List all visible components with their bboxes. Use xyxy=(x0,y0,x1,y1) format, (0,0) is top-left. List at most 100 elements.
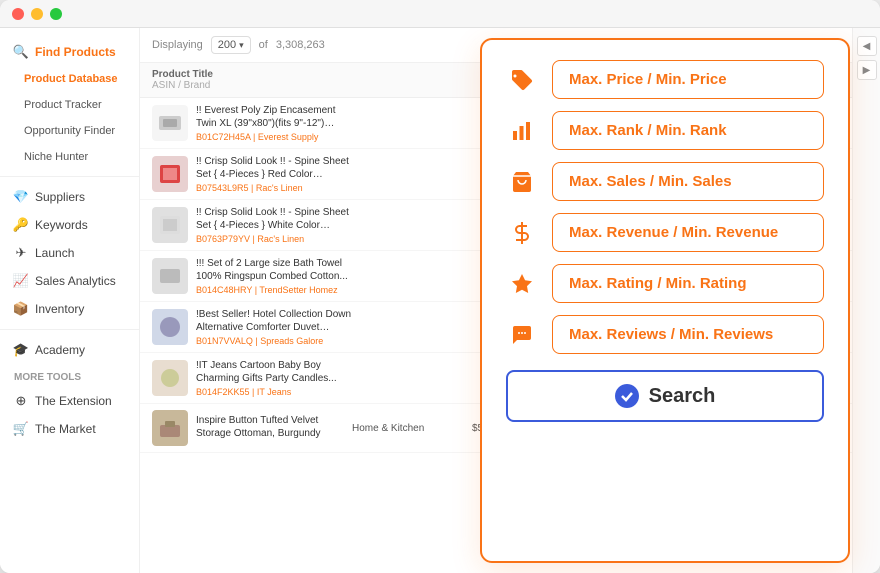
product-info: !Best Seller! Hotel Collection Down Alte… xyxy=(196,308,352,346)
sidebar-label-product-tracker: Product Tracker xyxy=(24,99,102,111)
product-title: !!! Set of 2 Large size Bath Towel 100% … xyxy=(196,257,352,283)
sidebar-item-launch[interactable]: ✈ Launch xyxy=(0,239,139,267)
sidebar: 🔍 Find Products Product Database Product… xyxy=(0,28,140,573)
product-cell: Inspire Button Tufted Velvet Storage Ott… xyxy=(152,410,352,446)
product-thumbnail xyxy=(152,156,188,192)
product-cell: !! Crisp Solid Look !! - Spine Sheet Set… xyxy=(152,206,352,244)
product-title: Inspire Button Tufted Velvet Storage Ott… xyxy=(196,414,352,440)
count-value: 200 xyxy=(218,39,236,51)
product-info: !!! Set of 2 Large size Bath Towel 100% … xyxy=(196,257,352,295)
rank-filter-label: Max. Rank / Min. Rank xyxy=(569,122,727,139)
product-thumbnail xyxy=(152,105,188,141)
filter-row-price: Max. Price / Min. Price xyxy=(506,60,824,99)
sidebar-label-find-products: Find Products xyxy=(35,45,116,59)
sidebar-label-suppliers: Suppliers xyxy=(35,190,85,204)
product-cell: !!! Set of 2 Large size Bath Towel 100% … xyxy=(152,257,352,295)
sales-filter-label: Max. Sales / Min. Sales xyxy=(569,173,732,190)
sidebar-label-market: The Market xyxy=(35,422,96,436)
cell-category: Home & Kitchen xyxy=(352,423,472,434)
price-filter-label: Max. Price / Min. Price xyxy=(569,71,727,88)
sidebar-label-launch: Launch xyxy=(35,246,74,260)
sidebar-item-product-tracker[interactable]: Product Tracker xyxy=(0,92,139,118)
rank-filter-input[interactable]: Max. Rank / Min. Rank xyxy=(552,111,824,150)
suppliers-icon: 💎 xyxy=(14,190,28,204)
product-asin: B01N7VVALQ | Spreads Galore xyxy=(196,336,352,346)
sidebar-label-product-database: Product Database xyxy=(24,73,118,85)
bar-chart-icon xyxy=(506,115,538,147)
shopping-bag-icon xyxy=(506,166,538,198)
minimize-button[interactable] xyxy=(31,8,43,20)
search-check-icon xyxy=(615,384,639,408)
sidebar-label-academy: Academy xyxy=(35,343,85,357)
product-info: !! Everest Poly Zip Encasement Twin XL (… xyxy=(196,104,352,142)
product-asin: B07543L9R5 | Rac's Linen xyxy=(196,183,352,193)
academy-icon: 🎓 xyxy=(14,343,28,357)
app-window: 🔍 Find Products Product Database Product… xyxy=(0,0,880,573)
product-thumbnail xyxy=(152,309,188,345)
find-products-icon: 🔍 xyxy=(14,45,28,59)
sidebar-item-find-products[interactable]: 🔍 Find Products xyxy=(0,38,139,66)
sidebar-label-sales-analytics: Sales Analytics xyxy=(35,274,116,288)
product-info: !! Crisp Solid Look !! - Spine Sheet Set… xyxy=(196,206,352,244)
price-filter-input[interactable]: Max. Price / Min. Price xyxy=(552,60,824,99)
maximize-button[interactable] xyxy=(50,8,62,20)
sales-filter-input[interactable]: Max. Sales / Min. Sales xyxy=(552,162,824,201)
col-header-category xyxy=(352,69,472,91)
nav-forward-button[interactable]: ▶ xyxy=(857,60,877,80)
filter-row-revenue: Max. Revenue / Min. Revenue xyxy=(506,213,824,252)
total-count: 3,308,263 xyxy=(276,39,325,51)
sidebar-item-inventory[interactable]: 📦 Inventory xyxy=(0,295,139,323)
rating-filter-label: Max. Rating / Min. Rating xyxy=(569,275,747,292)
sidebar-item-keywords[interactable]: 🔑 Keywords xyxy=(0,211,139,239)
filter-row-sales: Max. Sales / Min. Sales xyxy=(506,162,824,201)
sidebar-item-academy[interactable]: 🎓 Academy xyxy=(0,336,139,364)
close-button[interactable] xyxy=(12,8,24,20)
displaying-label: Displaying xyxy=(152,39,203,51)
sidebar-item-sales-analytics[interactable]: 📈 Sales Analytics xyxy=(0,267,139,295)
rating-filter-input[interactable]: Max. Rating / Min. Rating xyxy=(552,264,824,303)
more-tools-label: More Tools xyxy=(0,364,139,387)
sidebar-item-market[interactable]: 🛒 The Market xyxy=(0,415,139,443)
reviews-filter-label: Max. Reviews / Min. Reviews xyxy=(569,326,773,343)
extension-icon: ⊕ xyxy=(14,394,28,408)
of-label: of xyxy=(259,39,268,51)
reviews-filter-input[interactable]: Max. Reviews / Min. Reviews xyxy=(552,315,824,354)
revenue-filter-label: Max. Revenue / Min. Revenue xyxy=(569,224,778,241)
sidebar-item-extension[interactable]: ⊕ The Extension xyxy=(0,387,139,415)
launch-icon: ✈ xyxy=(14,246,28,260)
count-selector[interactable]: 200 ▾ xyxy=(211,36,251,54)
product-thumbnail xyxy=(152,258,188,294)
sidebar-label-inventory: Inventory xyxy=(35,302,84,316)
product-title: !! Crisp Solid Look !! - Spine Sheet Set… xyxy=(196,206,352,232)
price-tag-icon xyxy=(506,64,538,96)
sidebar-item-opportunity-finder[interactable]: Opportunity Finder xyxy=(0,118,139,144)
product-cell: !! Crisp Solid Look !! - Spine Sheet Set… xyxy=(152,155,352,193)
search-button[interactable]: Search xyxy=(506,370,824,422)
product-asin: B014C48HRY | TrendSetter Homez xyxy=(196,285,352,295)
keywords-icon: 🔑 xyxy=(14,218,28,232)
product-title: !IT Jeans Cartoon Baby Boy Charming Gift… xyxy=(196,359,352,385)
star-icon xyxy=(506,268,538,300)
product-thumbnail xyxy=(152,207,188,243)
sidebar-label-opportunity-finder: Opportunity Finder xyxy=(24,125,115,137)
reviews-icon xyxy=(506,319,538,351)
sidebar-item-suppliers[interactable]: 💎 Suppliers xyxy=(0,183,139,211)
product-info: !! Crisp Solid Look !! - Spine Sheet Set… xyxy=(196,155,352,193)
sales-analytics-icon: 📈 xyxy=(14,274,28,288)
product-asin: B0763P79YV | Rac's Linen xyxy=(196,234,352,244)
app-body: 🔍 Find Products Product Database Product… xyxy=(0,28,880,573)
right-nav: ◀ ▶ xyxy=(852,28,880,573)
revenue-filter-input[interactable]: Max. Revenue / Min. Revenue xyxy=(552,213,824,252)
product-asin: B01C72H45A | Everest Supply xyxy=(196,132,352,142)
sidebar-divider-1 xyxy=(0,176,139,177)
sidebar-item-niche-hunter[interactable]: Niche Hunter xyxy=(0,144,139,170)
product-asin: B014F2KK55 | IT Jeans xyxy=(196,387,352,397)
filter-row-rank: Max. Rank / Min. Rank xyxy=(506,111,824,150)
nav-back-button[interactable]: ◀ xyxy=(857,36,877,56)
product-cell: !! Everest Poly Zip Encasement Twin XL (… xyxy=(152,104,352,142)
product-thumbnail xyxy=(152,410,188,446)
title-bar xyxy=(0,0,880,28)
inventory-icon: 📦 xyxy=(14,302,28,316)
product-info: !IT Jeans Cartoon Baby Boy Charming Gift… xyxy=(196,359,352,397)
sidebar-item-product-database[interactable]: Product Database xyxy=(0,66,139,92)
